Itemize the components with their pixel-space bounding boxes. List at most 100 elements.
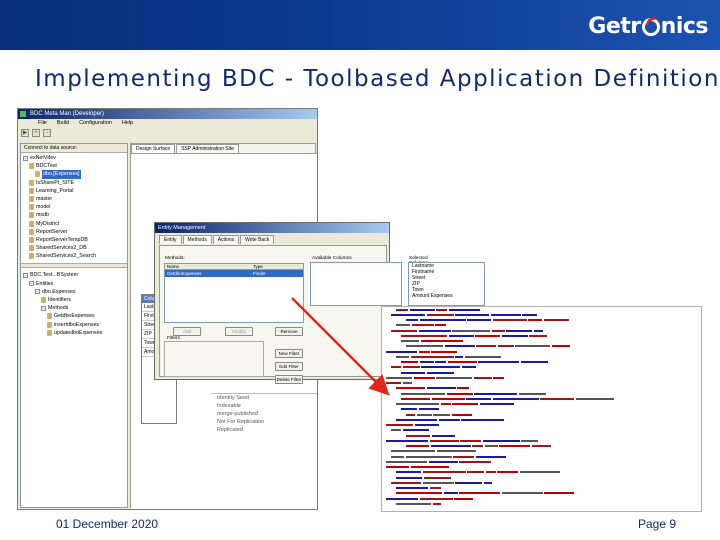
tab-design-surface[interactable]: Design Surface: [131, 144, 176, 153]
xml-code-segment: [492, 319, 527, 322]
tree-item[interactable]: SharedServices2_DB: [23, 244, 125, 252]
xml-code-segment: [402, 429, 429, 432]
tab-actions[interactable]: Actions: [212, 235, 240, 244]
expand-icon[interactable]: −: [23, 155, 28, 161]
tree-item[interactable]: msdb: [23, 211, 125, 219]
selected-column[interactable]: Amount Expenses: [409, 293, 484, 299]
tree-item-label: exNetVdev: [30, 155, 56, 161]
tree-item[interactable]: master: [23, 195, 125, 203]
tree-item[interactable]: model: [23, 203, 125, 211]
xml-code-segment: [391, 313, 425, 316]
xml-code-segment: [497, 471, 518, 474]
available-columns-list[interactable]: [310, 262, 402, 306]
delete-filter-button[interactable]: Delete Filter: [275, 375, 303, 384]
xml-code-segment: [455, 355, 463, 358]
slide-title: Implementing BDC - Toolbased Application…: [35, 66, 720, 92]
tree-item[interactable]: − Entities: [23, 280, 125, 288]
menu-configuration[interactable]: Configuration: [79, 119, 112, 128]
property-row[interactable]: Indexable: [211, 402, 317, 410]
menu-build[interactable]: Build: [57, 119, 69, 128]
run-icon[interactable]: ▶: [21, 129, 29, 137]
edit-filter-button[interactable]: Edit Filter: [275, 362, 303, 371]
tree-item[interactable]: dbo.[Expenses]: [23, 170, 125, 179]
pane-splitter[interactable]: [21, 263, 127, 269]
zoom-out-icon[interactable]: −: [43, 129, 51, 137]
xml-code-segment: [464, 355, 501, 358]
xml-code-segment: [426, 371, 454, 374]
expand-icon[interactable]: −: [35, 289, 40, 295]
tree-item[interactable]: BDCTest: [23, 162, 125, 170]
tree-item-label: BDC.Test...BSystem: [30, 272, 78, 279]
xml-code-segment: [416, 413, 432, 416]
selected-columns-list[interactable]: Lastname Firstname Street ZIP Town Amoun…: [408, 262, 485, 306]
xml-code-segment: [455, 313, 489, 316]
tree-item[interactable]: insertdboExpenses: [23, 321, 125, 329]
xml-code-segment: [491, 329, 505, 332]
menu-file[interactable]: File: [38, 119, 47, 128]
expand-icon[interactable]: −: [41, 305, 46, 311]
xml-code-segment: [436, 376, 472, 379]
expand-icon[interactable]: −: [23, 273, 28, 279]
tree-item[interactable]: MyDistrict: [23, 220, 125, 228]
tree-item[interactable]: GetdboExpenses: [23, 312, 125, 320]
tree-item[interactable]: updatedboExpenses: [23, 329, 125, 337]
menu-help[interactable]: Help: [122, 119, 133, 128]
tab-ssp-admin[interactable]: SSP Administration Site: [176, 144, 239, 153]
xml-code-segment: [492, 397, 539, 400]
tree-item[interactable]: − exNetVdev: [23, 154, 125, 162]
tree-item-label: IsSharePt_SITE: [36, 179, 74, 186]
tab-write-back[interactable]: Write Back: [240, 235, 275, 244]
xml-code-segment: [461, 418, 504, 421]
tree-item-label: ReportServerTempDB: [36, 236, 88, 243]
xml-code-segment: [482, 439, 520, 442]
tab-entity[interactable]: Entity: [159, 235, 182, 244]
tree-item[interactable]: ReportServer: [23, 228, 125, 236]
expand-icon[interactable]: −: [29, 281, 34, 287]
new-filter-button[interactable]: New Filter: [275, 349, 303, 358]
column-type-header[interactable]: Type: [251, 264, 263, 269]
tree-item[interactable]: Identifiers: [23, 296, 125, 304]
xml-code-segment: [396, 403, 439, 406]
xml-definition-window: [381, 306, 702, 512]
property-row[interactable]: Identity Seed: [211, 394, 317, 402]
method-name: GetdboExpenses: [167, 271, 202, 276]
xml-code-segment: [432, 502, 441, 505]
xml-code-segment: [401, 334, 447, 337]
zoom-in-icon[interactable]: +: [32, 129, 40, 137]
tree-item[interactable]: − BDC.Test...BSystem: [23, 271, 125, 279]
tree-item[interactable]: − dbo.Expenses: [23, 288, 125, 296]
database-icon: [41, 297, 46, 304]
xml-code-segment: [479, 403, 514, 406]
xml-code-segment: [452, 403, 478, 406]
modify-button[interactable]: Modify: [225, 327, 253, 336]
xml-code-segment: [406, 445, 429, 448]
method-row[interactable]: GetdboExpenses Finder: [165, 270, 303, 277]
tree-item[interactable]: IsSharePt_SITE: [23, 179, 125, 187]
xml-code-segment: [518, 392, 546, 395]
property-row[interactable]: Replicated: [211, 426, 317, 434]
xml-code-segment: [485, 471, 496, 474]
xml-code-segment: [414, 424, 439, 427]
tree-item[interactable]: − Methods: [23, 304, 125, 312]
tree-item[interactable]: Learning_Portal: [23, 187, 125, 195]
database-icon: [29, 253, 34, 260]
xml-code-segment: [396, 471, 421, 474]
available-columns-label: Available Columns: [312, 256, 352, 261]
xml-code-segment: [406, 319, 418, 322]
property-row[interactable]: merge-published: [211, 410, 317, 418]
tree-item[interactable]: ReportServerTempDB: [23, 236, 125, 244]
xml-code-segment: [515, 345, 550, 348]
property-row[interactable]: Not For Replication: [211, 418, 317, 426]
add-button[interactable]: Add: [173, 327, 201, 336]
tree-item[interactable]: SharedServices2_Search: [23, 252, 125, 260]
tab-methods[interactable]: Methods: [182, 235, 212, 244]
xml-code-segment: [475, 455, 506, 458]
remove-button[interactable]: Remove: [275, 327, 303, 336]
xml-code-segment: [396, 355, 409, 358]
xml-code-segment: [436, 308, 447, 311]
column-name-header[interactable]: Name: [165, 264, 251, 269]
xml-code-segment: [410, 466, 449, 469]
xml-code-segment: [402, 366, 420, 369]
xml-code-segment: [411, 324, 434, 327]
xml-code-segment: [435, 324, 446, 327]
